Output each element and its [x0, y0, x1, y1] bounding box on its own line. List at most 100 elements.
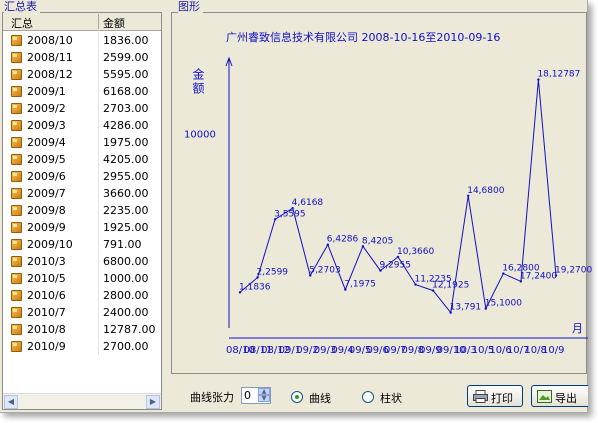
row-amount: 1925.00	[103, 221, 149, 234]
folder-icon	[11, 307, 22, 318]
table-row[interactable]: 2009/4 1975.00	[3, 134, 161, 151]
folder-icon	[11, 290, 22, 301]
row-month: 2008/11	[27, 51, 73, 64]
folder-icon	[11, 324, 22, 335]
data-label: 1,1836	[239, 282, 271, 292]
row-amount: 1836.00	[103, 34, 149, 47]
row-amount: 2955.00	[103, 170, 149, 183]
table-row[interactable]: 2009/3 4286.00	[3, 117, 161, 134]
summary-group-title: 汇总表	[4, 1, 40, 13]
radio-bar[interactable]	[362, 391, 374, 403]
y-tick-label: 10000	[184, 130, 216, 141]
table-row[interactable]: 2010/8 12787.00	[3, 321, 161, 338]
column-header-summary[interactable]: 汇总	[11, 15, 33, 31]
x-tick-label: 10/9	[542, 345, 564, 356]
row-amount: 6800.00	[103, 255, 149, 268]
row-month: 2009/10	[27, 238, 73, 251]
row-divider	[98, 185, 99, 202]
data-label: 8,4205	[362, 236, 394, 246]
row-month: 2009/3	[27, 119, 66, 132]
printer-icon	[473, 390, 488, 403]
data-label: 4,6168	[292, 198, 324, 208]
scroll-right-icon[interactable]: ▶	[146, 395, 160, 409]
row-month: 2010/9	[27, 340, 66, 353]
data-label: 3,5595	[274, 209, 306, 219]
table-row[interactable]: 2010/5 1000.00	[3, 270, 161, 287]
table-row[interactable]: 2009/8 2235.00	[3, 202, 161, 219]
folder-icon	[11, 154, 22, 165]
row-divider	[98, 253, 99, 270]
table-row[interactable]: 2009/5 4205.00	[3, 151, 161, 168]
folder-icon	[11, 171, 22, 182]
folder-icon	[11, 256, 22, 267]
spin-down-icon[interactable]: ▼	[258, 395, 270, 402]
x-axis-label: 月	[572, 322, 583, 335]
scroll-left-icon[interactable]: ◀	[4, 395, 18, 409]
radio-bar-label[interactable]: 柱状	[380, 390, 402, 406]
row-amount: 4205.00	[103, 153, 149, 166]
folder-icon	[11, 103, 22, 114]
row-month: 2010/7	[27, 306, 66, 319]
table-row[interactable]: 2009/10 791.00	[3, 236, 161, 253]
column-header-amount[interactable]: 金额	[103, 15, 125, 31]
table-header: 汇总 金额	[3, 13, 161, 31]
row-amount: 2700.00	[103, 340, 149, 353]
tension-spinner[interactable]: 0 ▲ ▼	[241, 387, 271, 404]
row-divider	[98, 117, 99, 134]
folder-icon	[11, 205, 22, 216]
print-button[interactable]: 打印	[467, 385, 523, 407]
row-divider	[98, 321, 99, 338]
data-label: 19,2700	[555, 266, 592, 276]
line-chart: 广州睿致信息技术有限公司 2008-10-16至2010-09-16 金额 1000…	[184, 30, 592, 356]
table-row[interactable]: 2010/3 6800.00	[3, 253, 161, 270]
row-divider	[98, 304, 99, 321]
folder-icon	[11, 52, 22, 63]
horizontal-scrollbar[interactable]: ◀ ▶	[3, 393, 161, 409]
folder-icon	[11, 341, 22, 352]
table-row[interactable]: 2008/12 5595.00	[3, 66, 161, 83]
table-row[interactable]: 2009/9 1925.00	[3, 219, 161, 236]
row-divider	[98, 32, 99, 49]
row-month: 2009/8	[27, 204, 66, 217]
row-amount: 2235.00	[103, 204, 149, 217]
table-row[interactable]: 2009/2 2703.00	[3, 100, 161, 117]
row-divider	[98, 202, 99, 219]
row-divider	[98, 100, 99, 117]
spin-up-icon[interactable]: ▲	[258, 388, 270, 395]
column-divider[interactable]	[98, 14, 99, 29]
table-row[interactable]: 2009/6 2955.00	[3, 168, 161, 185]
data-label: 5,2703	[309, 265, 341, 275]
tension-value: 0	[244, 389, 251, 402]
export-image-icon	[537, 390, 552, 403]
row-amount: 1000.00	[103, 272, 149, 285]
row-divider	[98, 168, 99, 185]
row-month: 2008/12	[27, 68, 73, 81]
data-label: 14,6800	[467, 186, 504, 196]
row-amount: 2400.00	[103, 306, 149, 319]
row-month: 2009/6	[27, 170, 66, 183]
row-divider	[98, 287, 99, 304]
row-amount: 791.00	[103, 238, 142, 251]
row-divider	[98, 49, 99, 66]
export-button[interactable]: 导出	[531, 385, 588, 407]
row-divider	[98, 338, 99, 355]
table-row[interactable]: 2009/7 3660.00	[3, 185, 161, 202]
folder-icon	[11, 120, 22, 131]
table-row[interactable]: 2010/7 2400.00	[3, 304, 161, 321]
row-month: 2010/3	[27, 255, 66, 268]
table-row[interactable]: 2008/10 1836.00	[3, 32, 161, 49]
table-row[interactable]: 2008/11 2599.00	[3, 49, 161, 66]
row-amount: 12787.00	[103, 323, 156, 336]
table-row[interactable]: 2009/1 6168.00	[3, 83, 161, 100]
folder-icon	[11, 239, 22, 250]
row-month: 2010/6	[27, 289, 66, 302]
export-button-label: 导出	[555, 392, 577, 405]
table-row[interactable]: 2010/9 2700.00	[3, 338, 161, 355]
table-row[interactable]: 2010/6 2800.00	[3, 287, 161, 304]
summary-table[interactable]: 汇总 金额 2008/10 1836.00 2008/11 2599.00 2008/1…	[2, 12, 162, 410]
data-label: 18,12787	[537, 70, 580, 80]
radio-curve-label[interactable]: 曲线	[309, 390, 331, 406]
radio-curve[interactable]	[291, 391, 303, 403]
row-month: 2009/7	[27, 187, 66, 200]
row-month: 2010/5	[27, 272, 66, 285]
